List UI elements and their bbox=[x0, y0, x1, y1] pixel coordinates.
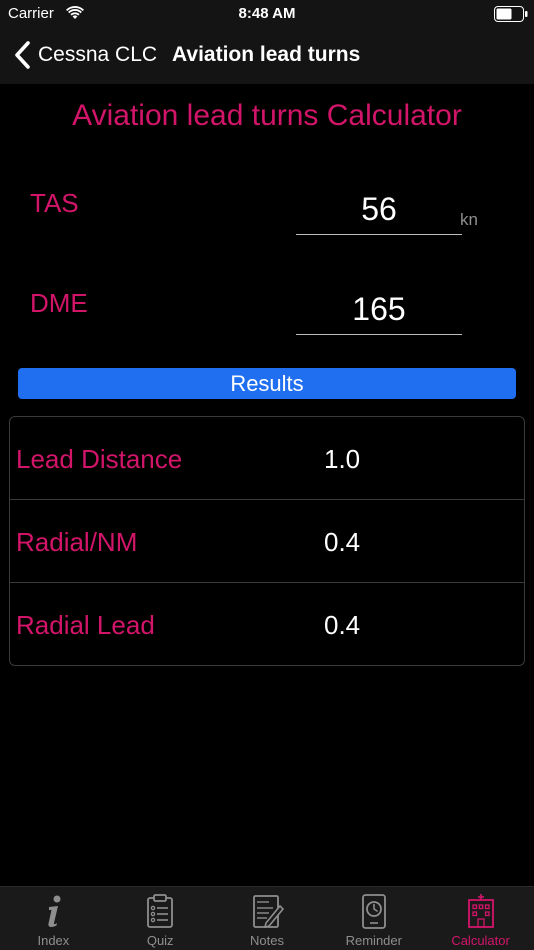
tab-index[interactable]: Index bbox=[0, 887, 107, 950]
tab-quiz[interactable]: Quiz bbox=[107, 887, 214, 950]
result-value: 1.0 bbox=[324, 444, 361, 474]
tab-label: Reminder bbox=[345, 933, 402, 948]
calculator-icon bbox=[467, 894, 494, 928]
chevron-left-icon bbox=[15, 41, 30, 69]
clipboard-icon bbox=[147, 894, 174, 928]
tab-calculator[interactable]: Calculator bbox=[427, 887, 534, 950]
info-icon bbox=[48, 895, 61, 928]
nav-title: Aviation lead turns bbox=[172, 43, 361, 66]
result-label: Radial Lead bbox=[16, 610, 155, 640]
results-button[interactable]: Results bbox=[18, 368, 516, 399]
result-row-radial-lead: Radial Lead 0.4 bbox=[10, 583, 524, 666]
tab-bar: Index Quiz Notes Reminder Calculator bbox=[0, 886, 534, 950]
back-button-label: Cessna CLC bbox=[38, 43, 158, 66]
result-label: Radial/NM bbox=[16, 527, 138, 557]
app-screen: Carrier 8:48 AM Cessna CLC Aviation lead… bbox=[0, 0, 534, 950]
tas-input[interactable] bbox=[296, 185, 462, 235]
results-table: Lead Distance 1.0 Radial/NM 0.4 Radial L… bbox=[9, 416, 525, 666]
tab-label: Quiz bbox=[146, 933, 174, 948]
tab-label: Calculator bbox=[451, 933, 510, 948]
status-time: 8:48 AM bbox=[238, 5, 296, 22]
tas-label: TAS bbox=[30, 188, 79, 218]
tab-label: Index bbox=[37, 933, 70, 948]
dme-input[interactable] bbox=[296, 285, 462, 335]
tab-reminder[interactable]: Reminder bbox=[320, 887, 427, 950]
back-button[interactable]: Cessna CLC bbox=[12, 38, 157, 72]
result-row-radial-nm: Radial/NM 0.4 bbox=[10, 500, 524, 583]
navigation-bar: Cessna CLC Aviation lead turns bbox=[0, 28, 534, 84]
tab-notes[interactable]: Notes bbox=[214, 887, 321, 950]
status-bar: Carrier 8:48 AM bbox=[0, 0, 534, 28]
result-value: 0.4 bbox=[324, 610, 361, 640]
notes-icon bbox=[253, 895, 285, 929]
calculator-title: Aviation lead turns Calculator bbox=[72, 99, 462, 132]
battery-icon bbox=[494, 6, 528, 22]
clock-icon bbox=[361, 894, 386, 929]
result-row-lead-distance: Lead Distance 1.0 bbox=[10, 417, 524, 500]
dme-label: DME bbox=[30, 288, 88, 318]
tab-label: Notes bbox=[250, 933, 284, 948]
result-label: Lead Distance bbox=[16, 444, 183, 474]
result-value: 0.4 bbox=[324, 527, 361, 557]
tas-unit-label: kn bbox=[460, 210, 478, 229]
